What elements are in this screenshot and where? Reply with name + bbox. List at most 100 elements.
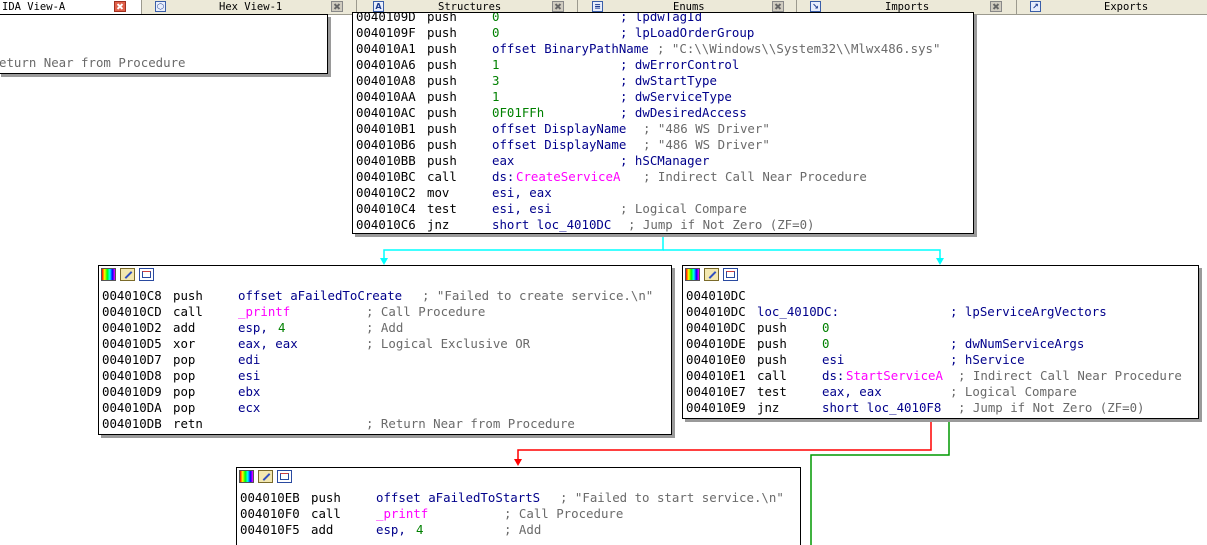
address: 0040109D xyxy=(356,12,416,24)
address: 004010B6 xyxy=(356,137,416,152)
asm-line[interactable]: 004010C8 push offset aFailedToCreate ; "… xyxy=(99,288,671,304)
address: 004010E1 xyxy=(686,368,746,383)
import-name[interactable]: _printf xyxy=(238,304,290,320)
location-label[interactable]: loc_4010DC: xyxy=(757,304,839,320)
code-block-loc-4010DC[interactable]: 004010DC 004010DC loc_4010DC: ; lpServic… xyxy=(682,265,1199,419)
asm-line[interactable]: 004010BB push eax ; hSCManager xyxy=(353,153,973,169)
mnemonic: push xyxy=(427,89,457,104)
comment: ; "486 WS Driver" xyxy=(643,137,770,152)
comment: ; hService xyxy=(950,352,1025,367)
address: 004010AA xyxy=(356,89,416,104)
address: 004010BC xyxy=(356,169,416,184)
operand: esi xyxy=(238,368,261,383)
asm-line[interactable]: 004010DC push 0 xyxy=(683,320,1198,336)
comment: ; Indirect Call Near Procedure xyxy=(958,368,1182,383)
asm-line[interactable]: 004010C6 jnz short loc_4010DC ; Jump if … xyxy=(353,217,973,233)
asm-line[interactable]: 004010DB retn ; Return Near from Procedu… xyxy=(99,416,671,432)
comment: ; dwServiceType xyxy=(620,89,732,104)
comment: ; Call Procedure xyxy=(504,506,624,521)
import-name[interactable]: _printf xyxy=(376,506,428,522)
address: 004010D2 xyxy=(102,320,162,335)
comment: ; lpLoadOrderGroup xyxy=(620,25,755,40)
asm-line[interactable]: 004010A6 push 1 ; dwErrorControl xyxy=(353,57,973,73)
comment: ; Indirect Call Near Procedure xyxy=(643,169,867,184)
asm-line[interactable]: 004010D5 xor eax, eax ; Logical Exclusiv… xyxy=(99,336,671,352)
operand: ecx xyxy=(238,400,261,415)
operand: edi xyxy=(238,352,261,367)
address: 004010BB xyxy=(356,153,416,168)
mnemonic: push xyxy=(427,41,457,56)
mnemonic: jnz xyxy=(427,217,450,232)
asm-line[interactable]: 004010E9 jnz short loc_4010F8 ; Jump if … xyxy=(683,400,1198,416)
asm-line[interactable]: 004010BC call ds: CreateServiceA ; Indir… xyxy=(353,169,973,185)
asm-line[interactable]: 004010B6 push offset DisplayName ; "486 … xyxy=(353,137,973,153)
group-icon[interactable] xyxy=(723,268,738,281)
asm-line[interactable]: 004010D2 add esp, 4 ; Add xyxy=(99,320,671,336)
mnemonic: jnz xyxy=(757,400,780,415)
mnemonic: push xyxy=(427,105,457,120)
jump-target[interactable]: short loc_4010F8 xyxy=(822,400,941,416)
mnemonic: push xyxy=(427,12,457,24)
asm-line[interactable]: 004010CD call _printf ; Call Procedure xyxy=(99,304,671,320)
asm-line[interactable]: 004010F0 call _printf ; Call Procedure xyxy=(237,506,800,522)
asm-line[interactable]: 004010E1 call ds: StartServiceA ; Indire… xyxy=(683,368,1198,384)
asm-line[interactable]: 004010F5 add esp, 4 ; Add xyxy=(237,522,800,538)
code-block-previous[interactable]: eturn Near from Procedure xyxy=(0,14,328,74)
operand: 0 xyxy=(492,25,500,40)
address: 004010D8 xyxy=(102,368,162,383)
operand: esi xyxy=(822,352,845,367)
asm-line[interactable]: 004010DC loc_4010DC: ; lpServiceArgVecto… xyxy=(683,304,1198,320)
color-icon[interactable] xyxy=(685,268,700,281)
asm-line[interactable]: 004010C4 test esi, esi ; Logical Compare xyxy=(353,201,973,217)
operand: esi, esi xyxy=(492,201,552,216)
asm-line[interactable]: 0040109D push 0 ; lpdwTagId xyxy=(353,12,973,25)
address: 004010EB xyxy=(240,490,300,505)
rename-icon[interactable] xyxy=(704,268,719,281)
address: 004010C2 xyxy=(356,185,416,200)
comment: ; Jump if Not Zero (ZF=0) xyxy=(958,400,1145,415)
arrow-head xyxy=(380,258,388,265)
asm-line[interactable]: 004010D8 pop esi xyxy=(99,368,671,384)
rename-icon[interactable] xyxy=(120,268,135,281)
asm-line[interactable]: 004010C2 mov esi, eax xyxy=(353,185,973,201)
asm-line[interactable]: 004010D9 pop ebx xyxy=(99,384,671,400)
asm-line[interactable]: 0040109F push 0 ; lpLoadOrderGroup xyxy=(353,25,973,41)
operand-prefix: ds: xyxy=(822,368,845,383)
asm-line[interactable]: 004010D7 pop edi xyxy=(99,352,671,368)
mnemonic: push xyxy=(427,153,457,168)
asm-line[interactable]: 004010E7 test eax, eax ; Logical Compare xyxy=(683,384,1198,400)
asm-line[interactable]: 004010A1 push offset BinaryPathName ; "C… xyxy=(353,41,973,57)
comment: ; Logical Exclusive OR xyxy=(366,336,531,351)
address: 004010DC xyxy=(686,304,746,319)
api-name[interactable]: CreateServiceA xyxy=(516,169,620,185)
asm-line[interactable]: 004010B1 push offset DisplayName ; "486 … xyxy=(353,121,973,137)
code-block-fail-create[interactable]: 004010C8 push offset aFailedToCreate ; "… xyxy=(98,265,672,435)
asm-line[interactable]: 004010AA push 1 ; dwServiceType xyxy=(353,89,973,105)
mnemonic: test xyxy=(757,384,787,399)
address: 004010D9 xyxy=(102,384,162,399)
color-icon[interactable] xyxy=(101,268,116,281)
asm-line[interactable]: 004010DA pop ecx xyxy=(99,400,671,416)
group-icon[interactable] xyxy=(277,470,292,483)
color-icon[interactable] xyxy=(239,470,254,483)
api-name[interactable]: StartServiceA xyxy=(846,368,943,384)
mnemonic: xor xyxy=(173,336,196,351)
jump-target[interactable]: short loc_4010DC xyxy=(492,217,611,233)
comment: ; Return Near from Procedure xyxy=(366,416,575,431)
comment: eturn Near from Procedure xyxy=(0,55,186,70)
comment: ; dwNumServiceArgs xyxy=(950,336,1085,351)
asm-line[interactable]: 004010EB push offset aFailedToStartS ; "… xyxy=(237,490,800,506)
mnemonic: pop xyxy=(173,400,196,415)
asm-line[interactable]: 004010A8 push 3 ; dwStartType xyxy=(353,73,973,89)
code-block-main[interactable]: 0040109D push 0 ; lpdwTagId 0040109F pus… xyxy=(352,12,974,234)
address: 004010D7 xyxy=(102,352,162,367)
rename-icon[interactable] xyxy=(258,470,273,483)
mnemonic: push xyxy=(427,25,457,40)
address: 004010DE xyxy=(686,336,746,351)
asm-line[interactable]: 004010E0 push esi ; hService xyxy=(683,352,1198,368)
asm-line[interactable]: 004010DC xyxy=(683,288,1198,304)
asm-line[interactable]: 004010AC push 0F01FFh ; dwDesiredAccess xyxy=(353,105,973,121)
group-icon[interactable] xyxy=(139,268,154,281)
code-block-fail-start[interactable]: 004010EB push offset aFailedToStartS ; "… xyxy=(236,467,801,545)
asm-line[interactable]: 004010DE push 0 ; dwNumServiceArgs xyxy=(683,336,1198,352)
